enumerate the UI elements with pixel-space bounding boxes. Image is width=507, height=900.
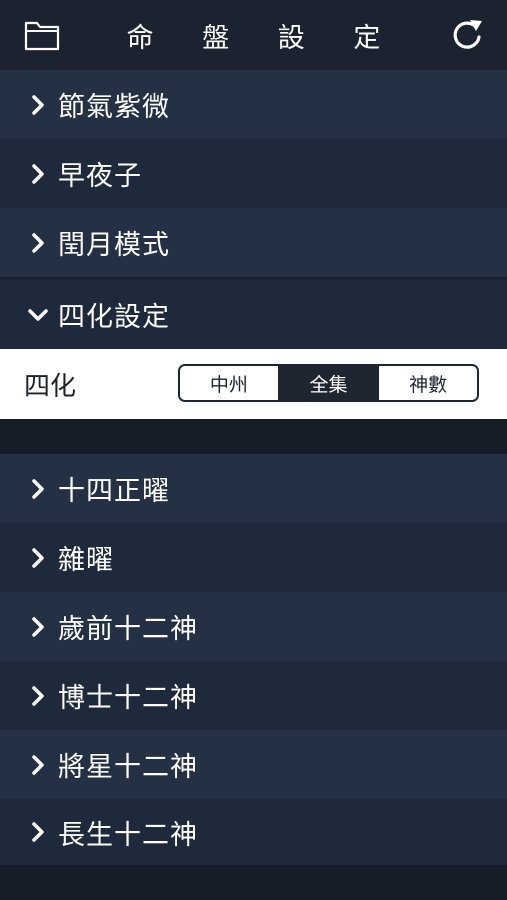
sihua-label: 四化 — [24, 371, 77, 402]
menu-item-label: 將星十二神 — [58, 752, 198, 783]
nav-bar: 命 盤 設 定 — [0, 0, 507, 70]
footer-bar — [0, 865, 507, 900]
menu-item-label: 四化設定 — [58, 302, 170, 333]
menu-item-label: 長生十二神 — [58, 819, 198, 851]
menu-item-label: 節氣紫微 — [58, 92, 170, 123]
menu-item-sihua-settings[interactable]: 四化設定 — [0, 280, 507, 349]
menu-item-jieqi[interactable]: 節氣紫微 — [0, 70, 507, 139]
sihua-segmented-control: 中州 全集 神數 — [178, 364, 479, 402]
chevron-right-icon — [27, 616, 49, 638]
chevron-right-icon — [27, 232, 49, 254]
menu-item-label: 十四正曜 — [58, 476, 170, 507]
menu-item-runyue[interactable]: 閏月模式 — [0, 208, 507, 277]
menu-item-label: 閏月模式 — [58, 230, 170, 261]
menu-item-label: 雜曜 — [58, 545, 114, 576]
menu-item-boshi[interactable]: 博士十二神 — [0, 661, 507, 730]
menu-item-zaoyezi[interactable]: 早夜子 — [0, 139, 507, 208]
chevron-right-icon — [27, 685, 49, 707]
menu-item-minor-stars[interactable]: 雜曜 — [0, 523, 507, 592]
menu-item-changsheng[interactable]: 長生十二神 — [0, 799, 507, 865]
chevron-right-icon — [27, 94, 49, 116]
menu-item-label: 歲前十二神 — [58, 614, 198, 645]
chevron-right-icon — [27, 821, 49, 843]
segment-shenshu[interactable]: 神數 — [377, 366, 477, 400]
page-title: 命 盤 設 定 — [126, 22, 401, 54]
section-divider — [0, 419, 507, 454]
menu-item-suiqian[interactable]: 歲前十二神 — [0, 592, 507, 661]
menu-item-jiangxing[interactable]: 將星十二神 — [0, 730, 507, 799]
chevron-right-icon — [27, 547, 49, 569]
chevron-right-icon — [27, 163, 49, 185]
menu-item-main-stars[interactable]: 十四正曜 — [0, 454, 507, 523]
segment-zhongzhou[interactable]: 中州 — [180, 366, 278, 400]
sihua-panel: 四化 中州 全集 神數 — [0, 349, 507, 419]
menu-item-label: 博士十二神 — [58, 683, 198, 714]
menu-item-label: 早夜子 — [58, 161, 142, 192]
chevron-down-icon — [27, 304, 49, 326]
segment-quanji[interactable]: 全集 — [277, 366, 378, 400]
chevron-right-icon — [27, 754, 49, 776]
folder-icon[interactable] — [24, 19, 60, 51]
refresh-icon[interactable] — [449, 17, 485, 53]
chevron-right-icon — [27, 478, 49, 500]
